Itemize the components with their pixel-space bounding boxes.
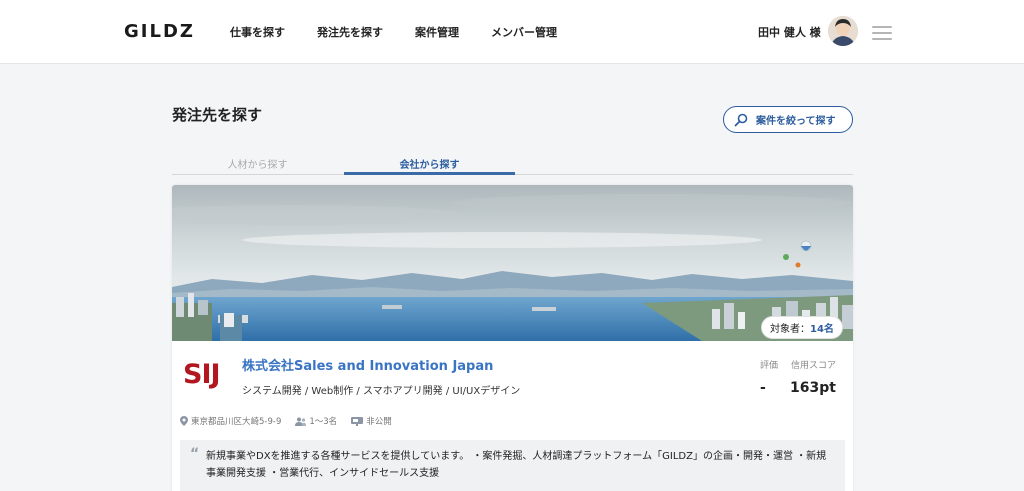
visibility-text: 非公開 [366, 417, 392, 427]
avatar[interactable] [828, 16, 858, 46]
search-tabs: 人材から探す 会社から探す [172, 152, 853, 175]
user-name[interactable]: 田中 健人 様 [758, 24, 821, 40]
company-description-box: “ 新規事業やDXを推進する各種サービスを提供しています。 ・案件発掘、人材調達… [180, 440, 845, 491]
nav-find-vendors[interactable]: 発注先を探す [317, 24, 383, 40]
members-text: 1〜3名 [309, 417, 338, 427]
main-nav: 仕事を探す 発注先を探す 案件管理 メンバー管理 [230, 24, 589, 40]
top-header: GILDZ 仕事を探す 発注先を探す 案件管理 メンバー管理 田中 健人 様 [0, 0, 1024, 64]
company-meta: 東京都品川区大崎5-9-9 1〜3名 非公開 [180, 415, 406, 427]
credit-score-value: 163pt [790, 380, 836, 396]
location-pin-icon [180, 416, 188, 426]
address-text: 東京都品川区大崎5-9-9 [191, 417, 282, 427]
gildz-logo[interactable]: GILDZ [124, 21, 195, 42]
company-description: 新規事業やDXを推進する各種サービスを提供しています。 ・案件発掘、人材調達プラ… [206, 451, 827, 479]
target-count-badge: 対象者：14名 [761, 316, 843, 339]
presentation-icon [351, 416, 364, 426]
target-count-label: 対象者： [770, 324, 810, 335]
people-icon [295, 417, 307, 426]
company-logo: SIJ [183, 359, 221, 390]
nav-find-jobs[interactable]: 仕事を探す [230, 24, 285, 40]
avatar-image [828, 16, 858, 46]
members-item: 1〜3名 [295, 415, 337, 427]
visibility-item: 非公開 [351, 415, 392, 427]
address-item: 東京都品川区大崎5-9-9 [180, 415, 281, 427]
company-cover-image [172, 185, 853, 341]
search-icon [734, 113, 748, 126]
credit-score-label: 信用スコア [791, 361, 837, 371]
company-name[interactable]: 株式会社Sales and Innovation Japan [242, 355, 493, 374]
tab-search-by-talent[interactable]: 人材から探す [172, 156, 343, 171]
hamburger-menu-icon[interactable] [872, 26, 892, 40]
tab-search-by-company[interactable]: 会社から探す [344, 156, 515, 171]
company-card[interactable]: 対象者：14名 SIJ 株式会社Sales and Innovation Jap… [172, 185, 853, 491]
quote-icon: “ [190, 446, 200, 462]
rating-value: - [760, 380, 766, 396]
company-service-tags: システム開発 / Web制作 / スマホアプリ開発 / UI/UXデザイン [242, 386, 521, 397]
filter-projects-button[interactable]: 案件を絞って探す [723, 106, 853, 133]
nav-member-management[interactable]: メンバー管理 [491, 24, 557, 40]
rating-label: 評価 [760, 361, 779, 371]
target-count-value: 14名 [810, 324, 834, 335]
filter-projects-label: 案件を絞って探す [756, 116, 836, 127]
active-tab-indicator [344, 172, 515, 175]
nav-project-management[interactable]: 案件管理 [415, 24, 459, 40]
page-title: 発注先を探す [172, 106, 263, 124]
